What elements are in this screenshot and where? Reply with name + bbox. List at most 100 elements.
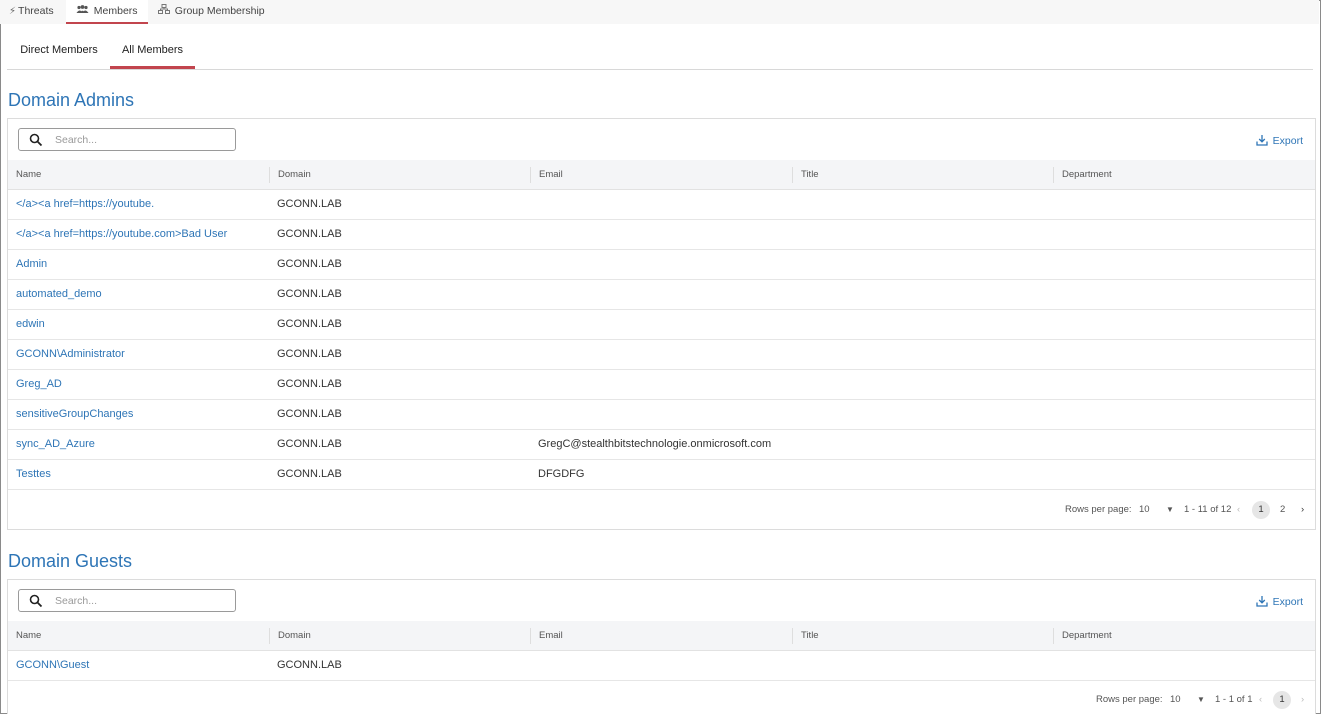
domain-guests-card: Export Name Domain Email Title Departmen… <box>7 579 1316 714</box>
section-title-domain-guests: Domain Guests <box>8 551 133 571</box>
member-domain: GCONN.LAB <box>277 258 342 270</box>
member-domain: GCONN.LAB <box>277 288 342 300</box>
column-header-name[interactable]: Name <box>8 621 41 651</box>
member-email <box>530 250 538 279</box>
table-header: Name Domain Email Title Department <box>8 621 1315 651</box>
next-page-icon[interactable]: › <box>1301 499 1304 521</box>
table-header: Name Domain Email Title Department <box>8 160 1315 190</box>
member-email <box>530 400 538 429</box>
member-domain: GCONN.LAB <box>277 378 342 390</box>
users-icon <box>76 5 92 17</box>
prev-page-icon[interactable]: ‹ <box>1259 689 1262 711</box>
member-name-link[interactable]: Greg_AD <box>8 370 62 399</box>
hierarchy-icon <box>158 4 173 17</box>
download-icon <box>1255 135 1268 146</box>
tab-threats[interactable]: ⚡ Threats <box>9 0 54 24</box>
prev-page-icon[interactable]: ‹ <box>1237 499 1240 521</box>
member-domain: GCONN.LAB <box>277 348 342 360</box>
table-row: Greg_AD GCONN.LAB <box>8 370 1315 400</box>
member-domain: GCONN.LAB <box>277 198 342 210</box>
member-domain: GCONN.LAB <box>277 659 342 671</box>
table-row: sensitiveGroupChanges GCONN.LAB <box>8 400 1315 430</box>
page-button[interactable]: 2 <box>1280 499 1285 521</box>
chevron-down-icon[interactable]: ▼ <box>1197 689 1205 711</box>
table-row: Testtes GCONN.LAB DFGDFG <box>8 460 1315 490</box>
tab-direct-members[interactable]: Direct Members <box>11 36 107 69</box>
tab-members-label: Members <box>93 5 138 17</box>
rows-per-page-select[interactable]: 10 <box>1139 499 1150 521</box>
search-input[interactable] <box>55 592 225 609</box>
member-email <box>530 310 538 339</box>
member-email: DFGDFG <box>538 468 585 480</box>
table-row: sync_AD_Azure GCONN.LAB GregC@stealthbit… <box>8 430 1315 460</box>
next-page-icon[interactable]: › <box>1301 689 1304 711</box>
table-row: GCONN\Administrator GCONN.LAB <box>8 340 1315 370</box>
page-button-current[interactable]: 1 <box>1252 501 1270 519</box>
table-row: GCONN\Guest GCONN.LAB <box>8 651 1315 681</box>
tab-group-membership-label: Group Membership <box>174 5 265 17</box>
column-header-title[interactable]: Title <box>792 167 819 183</box>
member-email <box>530 190 538 219</box>
chevron-down-icon[interactable]: ▼ <box>1166 499 1174 521</box>
member-name-link[interactable]: sync_AD_Azure <box>8 430 95 459</box>
member-email <box>530 340 538 369</box>
tab-all-members-label: All Members <box>121 44 184 56</box>
page-range: 1 - 11 of 12 <box>1184 504 1232 515</box>
column-header-email[interactable]: Email <box>530 167 563 183</box>
search-box[interactable] <box>18 128 236 151</box>
page-button-current[interactable]: 1 <box>1273 691 1291 709</box>
column-header-domain[interactable]: Domain <box>269 628 311 644</box>
tab-divider <box>7 69 1313 70</box>
member-domain: GCONN.LAB <box>277 438 342 450</box>
search-icon <box>29 133 43 147</box>
member-name-link[interactable]: sensitiveGroupChanges <box>8 400 133 429</box>
table-row: edwin GCONN.LAB <box>8 310 1315 340</box>
pagination: Rows per page: 10 ▼ 1 - 1 of 1 ‹ 1 › <box>1096 689 1316 711</box>
table-row: automated_demo GCONN.LAB <box>8 280 1315 310</box>
member-email <box>530 280 538 309</box>
column-header-name[interactable]: Name <box>8 160 41 190</box>
rows-per-page-value: 10 <box>1139 504 1150 515</box>
search-input[interactable] <box>55 131 225 148</box>
download-icon <box>1255 596 1268 607</box>
column-header-title[interactable]: Title <box>792 628 819 644</box>
member-email: GregC@stealthbitstechnologie.onmicrosoft… <box>538 438 772 450</box>
search-box[interactable] <box>18 589 236 612</box>
member-domain: GCONN.LAB <box>277 408 342 420</box>
bolt-icon: ⚡ <box>9 6 17 17</box>
rows-per-page-value: 10 <box>1170 694 1181 705</box>
export-button[interactable]: Export <box>1255 134 1303 147</box>
table-row: </a><a href=https://youtube.com>Bad User… <box>8 220 1315 250</box>
member-name-link[interactable]: GCONN\Administrator <box>8 340 125 369</box>
member-name-link[interactable]: GCONN\Guest <box>8 651 89 680</box>
column-header-department[interactable]: Department <box>1053 628 1112 644</box>
table-row: </a><a href=https://youtube. GCONN.LAB <box>8 190 1315 220</box>
export-label: Export <box>1272 596 1303 608</box>
member-domain: GCONN.LAB <box>277 318 342 330</box>
member-domain: GCONN.LAB <box>277 468 342 480</box>
domain-admins-card: Export Name Domain Email Title Departmen… <box>7 118 1316 530</box>
export-button[interactable]: Export <box>1255 595 1303 608</box>
column-header-domain[interactable]: Domain <box>269 167 311 183</box>
member-name-link[interactable]: automated_demo <box>8 280 102 309</box>
member-name-link[interactable]: Testtes <box>8 460 51 489</box>
table-row: Admin GCONN.LAB <box>8 250 1315 280</box>
rows-per-page-label: Rows per page: <box>1065 504 1132 515</box>
tab-group-membership[interactable]: Group Membership <box>158 0 265 24</box>
rows-per-page-label: Rows per page: <box>1096 694 1163 705</box>
rows-per-page-select[interactable]: 10 <box>1170 689 1181 711</box>
member-name-link[interactable]: </a><a href=https://youtube.com>Bad User <box>8 220 227 249</box>
column-header-email[interactable]: Email <box>530 628 563 644</box>
column-header-department[interactable]: Department <box>1053 167 1112 183</box>
top-tab-bar: ⚡ Threats Members Group Membership <box>0 0 1319 24</box>
tab-all-members[interactable]: All Members <box>110 36 195 69</box>
member-name-link[interactable]: </a><a href=https://youtube. <box>8 190 154 219</box>
member-email <box>530 370 538 399</box>
search-icon <box>29 594 43 608</box>
member-name-link[interactable]: Admin <box>8 250 47 279</box>
section-title-domain-admins: Domain Admins <box>8 90 135 110</box>
member-domain: GCONN.LAB <box>277 228 342 240</box>
member-email <box>530 220 538 249</box>
member-name-link[interactable]: edwin <box>8 310 45 339</box>
tab-members[interactable]: Members <box>66 0 148 24</box>
